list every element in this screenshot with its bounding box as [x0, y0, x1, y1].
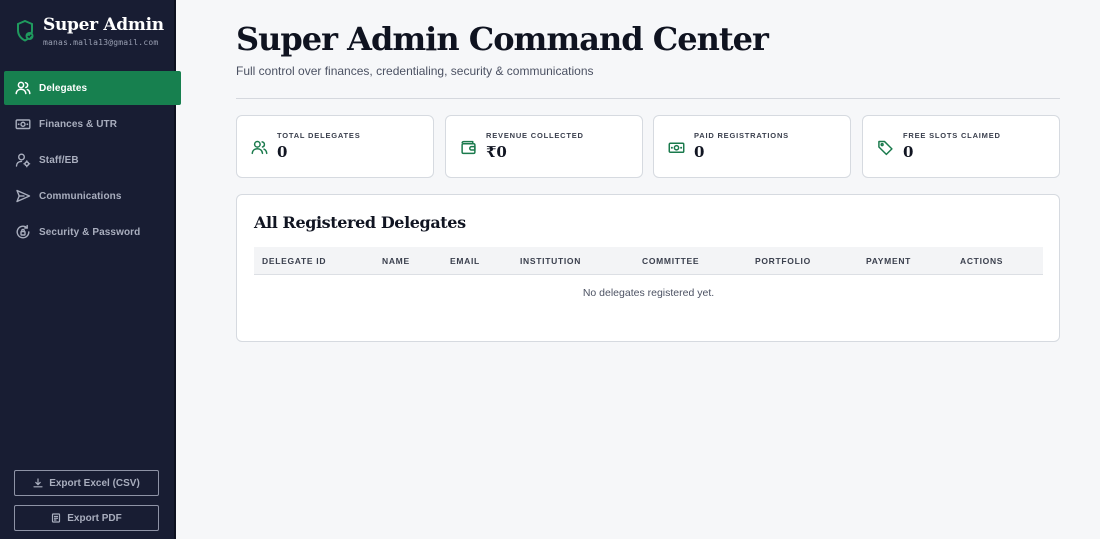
stat-value: 0	[277, 143, 288, 161]
column-header: EMAIL	[450, 256, 480, 266]
divider	[236, 98, 1060, 99]
user-cog-icon	[15, 153, 31, 168]
sidebar-item-security[interactable]: Security & Password	[4, 215, 181, 249]
sidebar-item-label: Finances & UTR	[39, 118, 118, 130]
stat-label: PAID REGISTRATIONS	[694, 131, 789, 140]
table-title: All Registered Delegates	[254, 213, 466, 232]
sidebar-item-label: Communications	[39, 190, 122, 202]
stat-value: 0	[694, 143, 705, 161]
sidebar-item-finances[interactable]: Finances & UTR	[4, 107, 181, 141]
shield-check-icon	[17, 20, 34, 42]
sidebar-item-label: Delegates	[39, 82, 88, 94]
document-icon	[52, 513, 61, 523]
lock-refresh-icon	[16, 224, 30, 239]
sidebar-nav: Delegates Finances & UTR Staff/EB Commun…	[4, 71, 181, 251]
column-header: ACTIONS	[960, 256, 1004, 266]
wallet-icon	[461, 140, 476, 155]
send-icon	[16, 189, 31, 203]
column-header: COMMITTEE	[642, 256, 700, 266]
sidebar-item-delegates[interactable]: Delegates	[4, 71, 181, 105]
stat-label: REVENUE COLLECTED	[486, 131, 584, 140]
sidebar-item-staff[interactable]: Staff/EB	[4, 143, 181, 177]
column-header: PAYMENT	[866, 256, 912, 266]
stat-card-total-delegates: TOTAL DELEGATES 0	[236, 115, 434, 178]
stat-label: TOTAL DELEGATES	[277, 131, 361, 140]
stat-card-revenue: REVENUE COLLECTED ₹0	[445, 115, 643, 178]
export-excel-button[interactable]: Export Excel (CSV)	[14, 470, 159, 496]
table-header: DELEGATE ID NAME EMAIL INSTITUTION COMMI…	[254, 247, 1043, 275]
export-pdf-label: Export PDF	[67, 512, 122, 524]
column-header: PORTFOLIO	[755, 256, 811, 266]
stat-card-paid-registrations: PAID REGISTRATIONS 0	[653, 115, 851, 178]
delegates-table-card: All Registered Delegates DELEGATE ID NAM…	[236, 194, 1060, 342]
sidebar-item-communications[interactable]: Communications	[4, 179, 181, 213]
banknote-icon	[668, 142, 685, 154]
brand-title: Super Admin	[43, 15, 164, 35]
stat-value: 0	[903, 143, 914, 161]
page-title: Super Admin Command Center	[236, 20, 769, 58]
column-header: INSTITUTION	[520, 256, 582, 266]
brand: Super Admin manas.malla13@gmail.com	[16, 14, 164, 47]
stat-card-free-slots: FREE SLOTS CLAIMED 0	[862, 115, 1060, 178]
stat-label: FREE SLOTS CLAIMED	[903, 131, 1001, 140]
export-excel-label: Export Excel (CSV)	[49, 477, 140, 489]
banknote-icon	[15, 119, 31, 130]
empty-state-message: No delegates registered yet.	[582, 287, 715, 299]
export-pdf-button[interactable]: Export PDF	[14, 505, 159, 531]
tag-icon	[878, 140, 893, 156]
sidebar-item-label: Security & Password	[39, 226, 141, 238]
page-subtitle: Full control over finances, credentialin…	[236, 64, 594, 78]
column-header: DELEGATE ID	[262, 256, 327, 266]
users-icon	[251, 140, 268, 155]
sidebar: Super Admin manas.malla13@gmail.com Dele…	[0, 0, 181, 539]
users-icon	[15, 81, 31, 95]
column-header: NAME	[382, 256, 410, 266]
sidebar-item-label: Staff/EB	[39, 154, 79, 166]
download-icon	[33, 478, 43, 488]
stat-value: ₹0	[486, 143, 507, 161]
brand-email: manas.malla13@gmail.com	[43, 38, 159, 47]
